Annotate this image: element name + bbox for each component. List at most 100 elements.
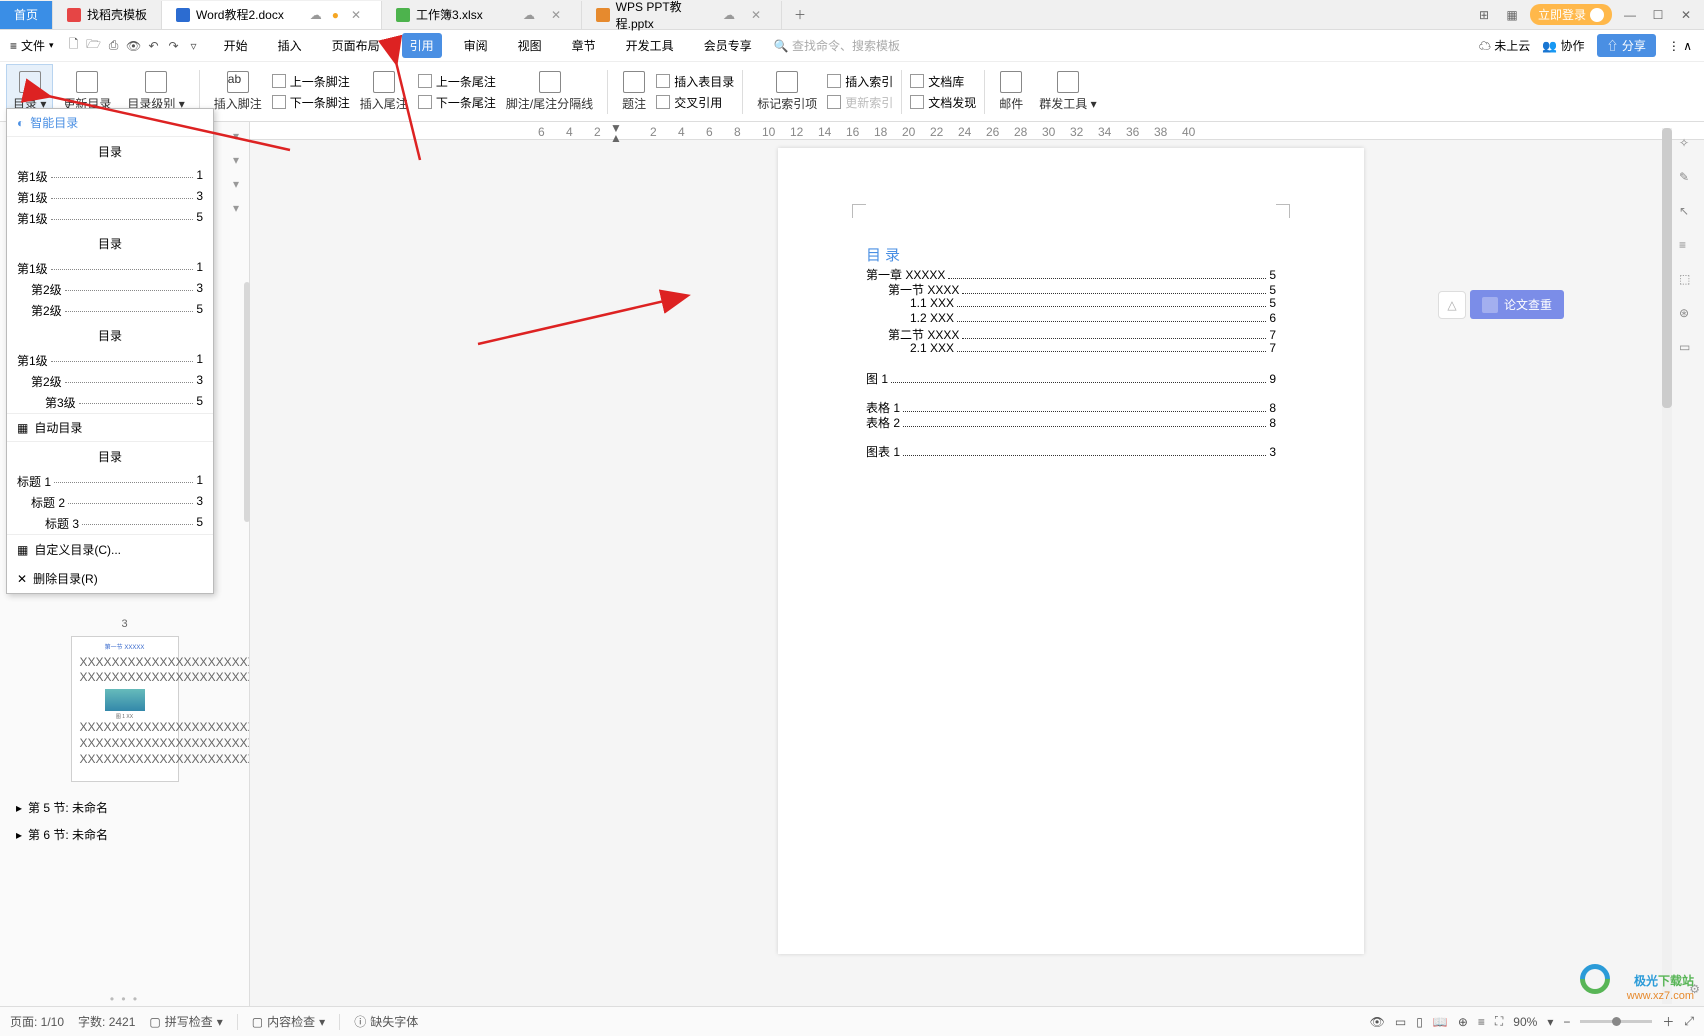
grid-icon[interactable]: ⊞ xyxy=(1474,8,1494,22)
mail-button[interactable]: 邮件 xyxy=(993,64,1029,120)
nav-section-item[interactable]: ▸第 5 节: 未命名 xyxy=(0,794,249,821)
toc-template-line[interactable]: 标题 23 xyxy=(7,492,213,513)
toc-template-line[interactable]: 第1级5 xyxy=(7,208,213,229)
spellcheck-toggle[interactable]: ▢ 拼写检查 ▾ xyxy=(149,1013,222,1030)
collab-button[interactable]: 👥 协作 xyxy=(1542,37,1584,54)
plagiarism-check-button[interactable]: 论文查重 xyxy=(1470,290,1564,319)
new-icon[interactable]: 🗋 xyxy=(64,36,84,56)
prev-endnote[interactable]: 上一条尾注 xyxy=(418,73,496,90)
toc-template-line[interactable]: 第1级3 xyxy=(7,187,213,208)
resize-handle[interactable]: • • • xyxy=(0,992,249,1006)
separator-button[interactable]: 脚注/尾注分隔线 xyxy=(500,64,599,120)
book-icon[interactable]: ▭ xyxy=(1679,340,1699,360)
tab-review[interactable]: 审阅 xyxy=(456,33,496,58)
mass-tool-button[interactable]: 群发工具 ▾ xyxy=(1033,64,1102,120)
file-menu[interactable]: ≡文件▾ xyxy=(0,37,64,54)
minimize-button[interactable]: — xyxy=(1620,8,1640,22)
zoom-in-button[interactable]: ＋ xyxy=(1662,1013,1674,1030)
nav-tab-dd[interactable]: ▾ xyxy=(227,172,245,196)
insert-footnote-button[interactable]: ab插入脚注 xyxy=(208,64,268,120)
page-thumbnail[interactable]: 第一节 XXXXX XXXXXXXXXXXXXXXXXXXXXXXXXXXXXX… xyxy=(71,636,179,782)
outline-icon[interactable]: ≡ xyxy=(1478,1015,1485,1029)
update-index[interactable]: 更新索引 xyxy=(827,94,893,111)
nav-tab-dd[interactable]: ▾ xyxy=(227,124,245,148)
toc-template-line[interactable]: 标题 11 xyxy=(7,471,213,492)
tab-references[interactable]: 引用 xyxy=(402,33,442,58)
remove-toc-action[interactable]: ✕删除目录(R) xyxy=(7,564,213,593)
document-page[interactable]: 目录 第一章 XXXXX5第一节 XXXX51.1 XXX51.2 XXX6第二… xyxy=(778,148,1364,954)
tab-templates[interactable]: 找稻壳模板 xyxy=(53,1,162,29)
web-icon[interactable]: ⊕ xyxy=(1458,1015,1468,1029)
cloud-status[interactable]: ☁ 未上云 xyxy=(1479,37,1530,54)
toc-template-line[interactable]: 第1级1 xyxy=(7,350,213,371)
toc-template-line[interactable]: 标题 35 xyxy=(7,513,213,534)
zoom-out-button[interactable]: − xyxy=(1563,1015,1570,1029)
word-count[interactable]: 字数: 2421 xyxy=(78,1013,135,1030)
tab-insert[interactable]: 插入 xyxy=(270,33,310,58)
content-check-toggle[interactable]: ▢ 内容检查 ▾ xyxy=(252,1013,325,1030)
cursor-icon[interactable]: ↖ xyxy=(1679,204,1699,224)
insert-fig-toc[interactable]: 插入表目录 xyxy=(656,73,734,90)
collapse-ribbon-icon[interactable]: ⋮ ∧ xyxy=(1668,39,1692,53)
layout1-icon[interactable]: ▭ xyxy=(1395,1015,1406,1029)
pen-icon[interactable]: ✎ xyxy=(1679,170,1699,190)
doc-lib[interactable]: 文档库 xyxy=(910,73,976,90)
new-tab-button[interactable]: ＋ xyxy=(782,6,818,23)
horizontal-ruler[interactable]: 642246810121416182022242628303234363840▼… xyxy=(250,122,1704,140)
toc-template-line[interactable]: 第2级3 xyxy=(7,279,213,300)
nav-tab-dd[interactable]: ▾ xyxy=(227,148,245,172)
zoom-slider[interactable] xyxy=(1580,1020,1652,1023)
toc-template-line[interactable]: 第1级1 xyxy=(7,166,213,187)
toc-template-line[interactable]: 第2级3 xyxy=(7,371,213,392)
tab-home[interactable]: 首页 xyxy=(0,1,53,29)
focus-icon[interactable]: ⛶ xyxy=(1495,1014,1503,1029)
toc-template-line[interactable]: 第3级5 xyxy=(7,392,213,413)
close-icon[interactable]: ✕ xyxy=(545,8,567,22)
pin-icon[interactable]: △ xyxy=(1438,291,1466,319)
read-icon[interactable]: 📖 xyxy=(1433,1015,1448,1029)
login-button[interactable]: 立即登录 xyxy=(1530,4,1612,25)
toc-template-line[interactable]: 第1级1 xyxy=(7,258,213,279)
nav-section-item[interactable]: ▸第 6 节: 未命名 xyxy=(0,821,249,848)
share-button[interactable]: ⇧ 分享 xyxy=(1597,34,1656,57)
cross-ref[interactable]: 交叉引用 xyxy=(656,94,734,111)
tab-view[interactable]: 视图 xyxy=(510,33,550,58)
close-icon[interactable]: ✕ xyxy=(345,8,367,22)
next-footnote[interactable]: 下一条脚注 xyxy=(272,94,350,111)
tab-start[interactable]: 开始 xyxy=(216,33,256,58)
eye-icon[interactable]: 👁 xyxy=(1370,1015,1385,1029)
zoom-value[interactable]: 90% xyxy=(1513,1015,1537,1029)
insert-index[interactable]: 插入索引 xyxy=(827,73,893,90)
caption-button[interactable]: 题注 xyxy=(616,64,652,120)
preview-icon[interactable]: 👁 xyxy=(124,36,144,56)
undo-icon[interactable]: ↶ xyxy=(144,36,164,56)
expand-icon[interactable]: ⤢ xyxy=(1684,1014,1694,1029)
toc-template-line[interactable]: 第2级5 xyxy=(7,300,213,321)
mark-index-button[interactable]: 标记索引项 xyxy=(751,64,823,120)
tab-excel-doc[interactable]: 工作簿3.xlsx☁✕ xyxy=(382,1,582,29)
insert-endnote-button[interactable]: 插入尾注 xyxy=(354,64,414,120)
tab-devtools[interactable]: 开发工具 xyxy=(618,33,682,58)
layout2-icon[interactable]: ▯ xyxy=(1416,1015,1423,1029)
tab-pagelayout[interactable]: 页面布局 xyxy=(324,33,388,58)
print-icon[interactable]: ⎙ xyxy=(104,36,124,56)
command-search[interactable]: 🔍 查找命令、搜索模板 xyxy=(774,37,900,54)
tab-word-doc[interactable]: Word教程2.docx☁●✕ xyxy=(162,1,382,29)
close-icon[interactable]: ✕ xyxy=(745,8,767,22)
tab-ppt-doc[interactable]: WPS PPT教程.pptx☁✕ xyxy=(582,1,782,29)
apps-icon[interactable]: ▦ xyxy=(1502,8,1522,22)
cube-icon[interactable]: ⬚ xyxy=(1679,272,1699,292)
tab-member[interactable]: 会员专享 xyxy=(696,33,760,58)
close-window-button[interactable]: ✕ xyxy=(1676,8,1696,22)
next-endnote[interactable]: 下一条尾注 xyxy=(418,94,496,111)
nav-tab-dd[interactable]: ▾ xyxy=(227,196,245,220)
open-icon[interactable]: 🗁 xyxy=(84,36,104,56)
more-icon[interactable]: ▿ xyxy=(184,36,204,56)
custom-toc-action[interactable]: ▦自定义目录(C)... xyxy=(7,535,213,564)
doc-find[interactable]: 文档发现 xyxy=(910,94,976,111)
missing-font[interactable]: ⓘ 缺失字体 xyxy=(354,1013,418,1030)
scrollbar-thumb[interactable] xyxy=(1662,128,1672,408)
assistant-icon[interactable]: ✧ xyxy=(1679,136,1699,156)
maximize-button[interactable]: ☐ xyxy=(1648,8,1668,22)
tab-section[interactable]: 章节 xyxy=(564,33,604,58)
